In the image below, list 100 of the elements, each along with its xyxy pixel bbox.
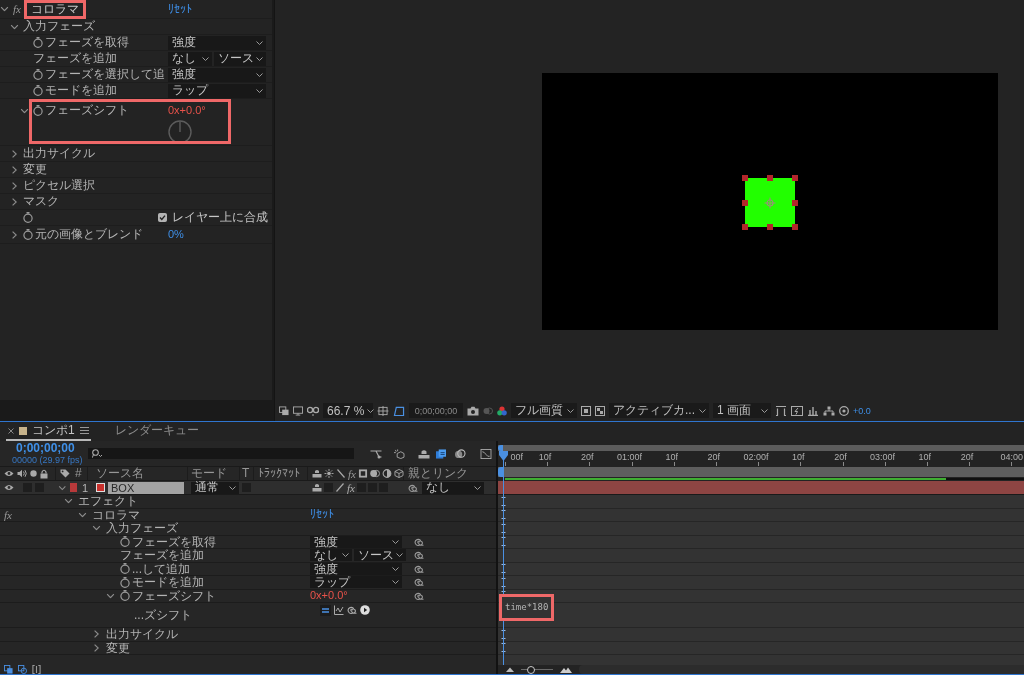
dropdown[interactable]: ソース	[214, 51, 266, 66]
brackets-icon[interactable]	[32, 665, 41, 674]
sun-icon[interactable]	[324, 469, 334, 478]
camera-icon[interactable]	[467, 405, 479, 416]
nodes-icon[interactable]	[370, 448, 382, 459]
cube-light-icon[interactable]	[393, 448, 405, 459]
current-time[interactable]: 0;00;00;00	[12, 442, 75, 455]
reset-link[interactable]: ﾘｾｯﾄ	[168, 2, 192, 16]
reset-link[interactable]: ﾘｾｯﾄ	[310, 508, 334, 522]
lightning-frame-icon[interactable]	[791, 405, 803, 416]
solid-layer[interactable]	[745, 178, 795, 227]
column-header[interactable]: ソース名	[96, 467, 144, 480]
views-dropdown[interactable]: 1 画面	[713, 403, 771, 418]
selection-handle[interactable]	[792, 199, 798, 206]
slider-thumb[interactable]	[526, 665, 535, 674]
chevron-icon[interactable]	[64, 498, 73, 504]
half-circle-icon[interactable]	[381, 469, 392, 478]
flowchart-icon[interactable]	[823, 405, 835, 416]
chevron-icon[interactable]	[78, 512, 87, 518]
chevron-icon[interactable]	[58, 485, 67, 490]
graph-icon[interactable]	[334, 605, 344, 615]
selection-handle[interactable]	[792, 175, 798, 181]
stopwatch-icon[interactable]	[120, 563, 130, 575]
stopwatch-icon[interactable]	[23, 229, 33, 240]
camera-dropdown[interactable]: アクティブカ...	[609, 403, 709, 418]
checkerboard-icon[interactable]	[595, 405, 605, 416]
overlapping-circles-icon[interactable]	[369, 469, 380, 478]
dropdown[interactable]: 強度	[168, 35, 266, 50]
chevron-icon[interactable]	[12, 149, 17, 158]
label-swatch-icon[interactable]	[69, 483, 77, 492]
region-icon[interactable]	[581, 405, 591, 416]
spiral-icon[interactable]	[414, 550, 424, 561]
play-circle-icon[interactable]	[360, 605, 370, 615]
cube-icon[interactable]	[393, 469, 404, 478]
exposure-value[interactable]: +0.0	[853, 405, 871, 416]
chevron-icon[interactable]	[12, 165, 17, 174]
stopwatch-icon[interactable]	[33, 37, 43, 48]
chevron-icon[interactable]	[94, 630, 99, 639]
chevron-icon[interactable]	[106, 593, 115, 599]
expression-text[interactable]: time*180	[499, 594, 555, 621]
solo-dot-icon[interactable]	[30, 470, 37, 477]
selection-handle[interactable]	[767, 175, 773, 181]
angle-value[interactable]: 0x+0.0°	[310, 589, 348, 603]
layer-row[interactable]: 1 BOX 通常 fx なし	[0, 481, 496, 495]
stopwatch-icon[interactable]	[120, 576, 130, 588]
dropdown[interactable]: なし	[310, 549, 352, 562]
lock-icon[interactable]	[40, 468, 48, 479]
stopwatch-icon[interactable]	[33, 85, 43, 96]
resolution-dropdown[interactable]: フル画質	[511, 403, 577, 418]
stacked-frames-icon[interactable]	[435, 448, 447, 459]
stacked-frames-icon[interactable]	[4, 665, 13, 674]
effects-switch[interactable]: fx	[347, 481, 355, 494]
parent-dropdown[interactable]: なし	[422, 481, 484, 494]
film-frame-icon[interactable]	[357, 469, 368, 478]
hat-icon[interactable]	[312, 483, 322, 492]
selection-handle[interactable]	[792, 224, 798, 230]
property-value[interactable]: 0%	[168, 228, 184, 241]
grid-icon[interactable]	[377, 405, 389, 416]
gate-icon[interactable]	[775, 405, 787, 416]
dropdown[interactable]: ソース	[354, 549, 406, 562]
stopwatch-icon[interactable]	[120, 590, 130, 602]
overlapping-squares-icon[interactable]	[18, 665, 27, 674]
spiral-icon[interactable]	[414, 563, 424, 574]
spiral-icon[interactable]	[414, 536, 424, 547]
chevron-icon[interactable]	[12, 197, 17, 206]
selection-handle[interactable]	[742, 175, 748, 181]
checkbox[interactable]	[158, 213, 167, 222]
zoom-dropdown[interactable]: 66.7 %	[323, 403, 373, 418]
hat-icon[interactable]	[312, 469, 322, 478]
eye-icon[interactable]	[4, 469, 14, 478]
chevron-icon[interactable]	[20, 108, 29, 113]
ring-dot-icon[interactable]	[839, 405, 849, 416]
eye-icon[interactable]	[4, 483, 14, 492]
chevron-icon[interactable]	[94, 643, 99, 652]
chevron-icon[interactable]	[92, 525, 101, 531]
selection-handle[interactable]	[742, 199, 748, 206]
dropdown[interactable]: 強度	[168, 67, 266, 82]
chevron-icon[interactable]	[0, 6, 9, 12]
dropdown[interactable]: ラップ	[310, 576, 402, 589]
selection-handle[interactable]	[742, 224, 748, 230]
chevron-icon[interactable]	[10, 24, 19, 29]
column-header[interactable]: 親とリンク	[408, 467, 468, 480]
mode-dropdown[interactable]: 通常	[191, 481, 239, 494]
timeline-scrollbar[interactable]	[579, 665, 1024, 674]
stopwatch-icon[interactable]	[120, 536, 130, 548]
small-mountain-icon[interactable]	[506, 667, 514, 672]
spiral-icon[interactable]	[414, 577, 424, 588]
close-icon[interactable]	[8, 427, 14, 434]
monitor-icon[interactable]	[293, 405, 303, 416]
spiral-icon[interactable]	[347, 605, 357, 615]
equals-toggle-icon[interactable]	[320, 605, 331, 616]
spiral-icon[interactable]	[414, 590, 424, 601]
stacked-frames-icon[interactable]	[279, 405, 289, 416]
search-field[interactable]	[88, 448, 354, 459]
stopwatch-icon[interactable]	[33, 69, 43, 80]
goggles-icon[interactable]	[307, 405, 319, 416]
panel-tab[interactable]: レンダーキュー	[112, 422, 201, 441]
stopwatch-icon[interactable]	[23, 212, 33, 223]
spiral-icon[interactable]	[408, 482, 418, 493]
chevron-icon[interactable]	[12, 230, 17, 239]
